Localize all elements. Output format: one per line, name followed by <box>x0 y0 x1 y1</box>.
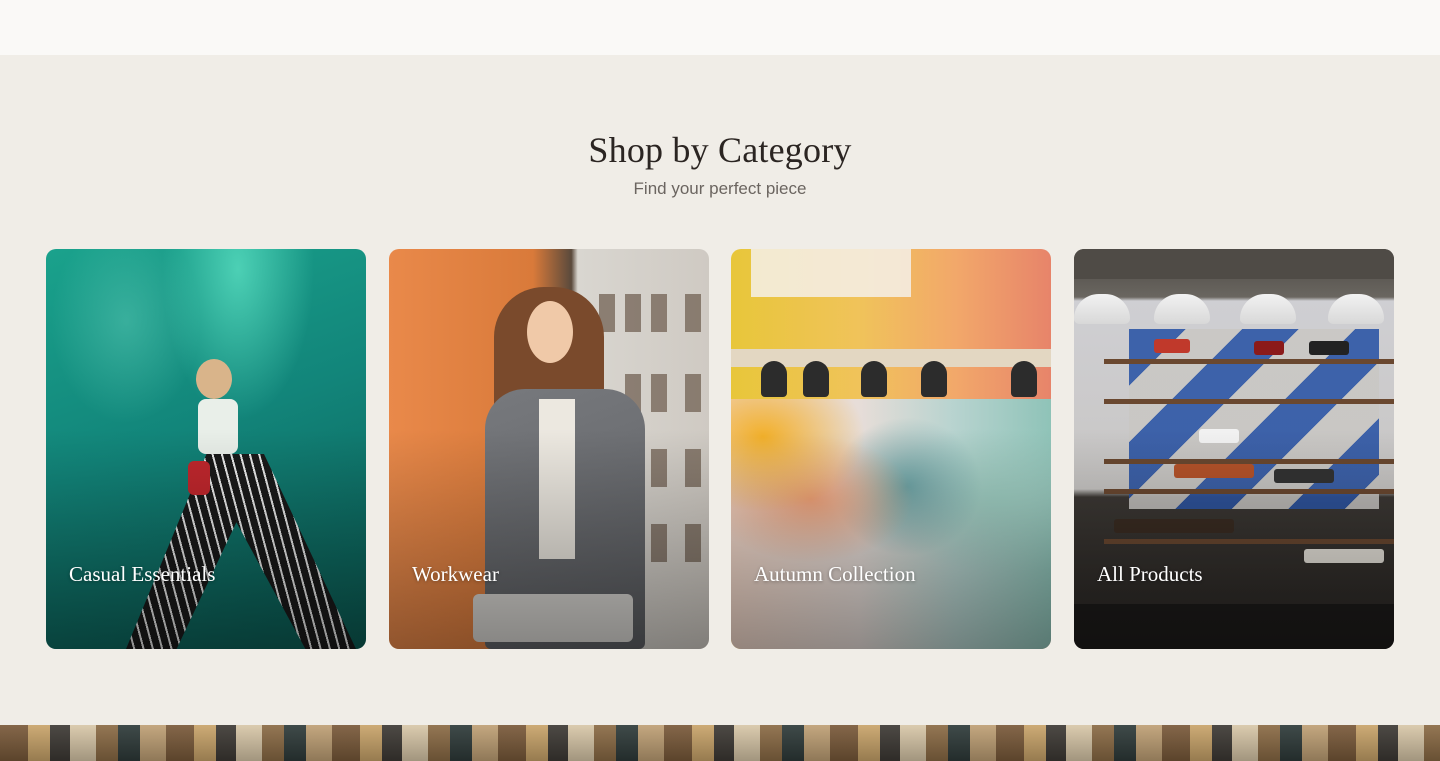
section-title: Shop by Category <box>588 130 852 170</box>
category-label: Casual Essentials <box>69 562 216 586</box>
category-label: Workwear <box>412 562 499 586</box>
next-section-banner-image <box>0 725 1440 761</box>
shop-by-category-section: Shop by Category Find your perfect piece… <box>0 55 1440 725</box>
category-card-all-products[interactable]: All Products <box>1074 249 1394 649</box>
category-card-workwear[interactable]: Workwear <box>389 249 709 649</box>
category-card-autumn-collection[interactable]: Autumn Collection <box>731 249 1051 649</box>
category-label: All Products <box>1097 562 1203 586</box>
top-header-strip <box>0 0 1440 55</box>
category-label: Autumn Collection <box>754 562 916 586</box>
section-subtitle: Find your perfect piece <box>633 179 807 198</box>
category-card-casual-essentials[interactable]: Casual Essentials <box>46 249 366 649</box>
